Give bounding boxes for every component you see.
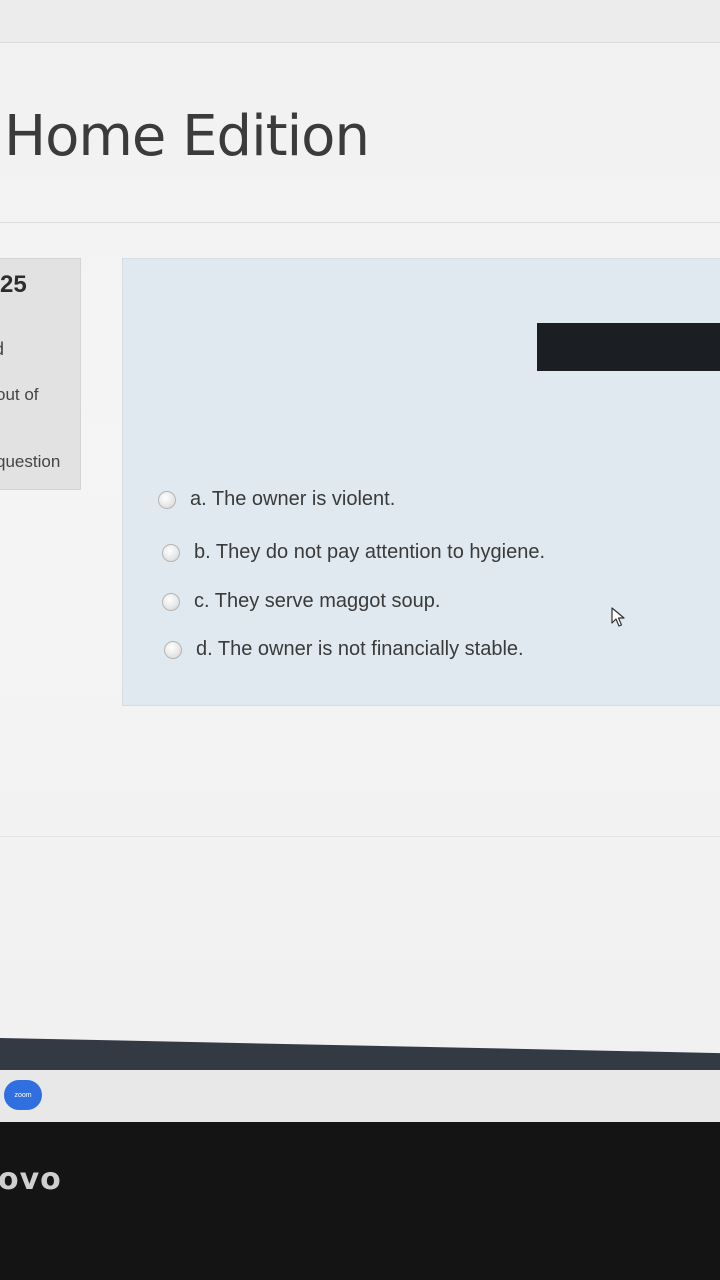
answer-option-c[interactable]: c. They serve maggot soup. bbox=[162, 590, 440, 613]
radio-button[interactable] bbox=[162, 592, 180, 611]
page-title: Home Edition bbox=[4, 104, 370, 169]
radio-button[interactable] bbox=[158, 490, 176, 509]
redacted-question-text bbox=[537, 323, 720, 371]
mouse-cursor-icon bbox=[608, 606, 628, 633]
answer-label: b. They do not pay attention to hygiene. bbox=[194, 541, 545, 563]
laptop-bezel bbox=[0, 1122, 720, 1280]
radio-button[interactable] bbox=[164, 640, 182, 659]
answer-option-b[interactable]: b. They do not pay attention to hygiene. bbox=[162, 541, 545, 564]
header-divider bbox=[0, 222, 720, 223]
question-info-panel: 25 d out of question bbox=[0, 258, 81, 490]
question-mark-text: out of bbox=[0, 385, 39, 404]
answer-label: d. The owner is not financially stable. bbox=[196, 638, 524, 660]
top-bar bbox=[0, 0, 720, 43]
answer-label: c. They serve maggot soup. bbox=[194, 590, 441, 612]
browser-screen: Home Edition 25 d out of question a. The… bbox=[0, 0, 720, 1140]
answer-option-d[interactable]: d. The owner is not financially stable. bbox=[164, 638, 524, 661]
zoom-app-button[interactable]: zoom bbox=[4, 1080, 42, 1110]
flag-question-link[interactable]: question bbox=[0, 452, 60, 472]
answer-label: a. The owner is violent. bbox=[190, 488, 396, 510]
question-number: 25 bbox=[0, 271, 27, 298]
question-state: d bbox=[0, 339, 4, 360]
answer-option-a[interactable]: a. The owner is violent. bbox=[158, 488, 395, 511]
radio-button[interactable] bbox=[162, 543, 180, 562]
content-divider bbox=[0, 836, 720, 837]
brand-logo-text: ovo bbox=[0, 1162, 62, 1197]
